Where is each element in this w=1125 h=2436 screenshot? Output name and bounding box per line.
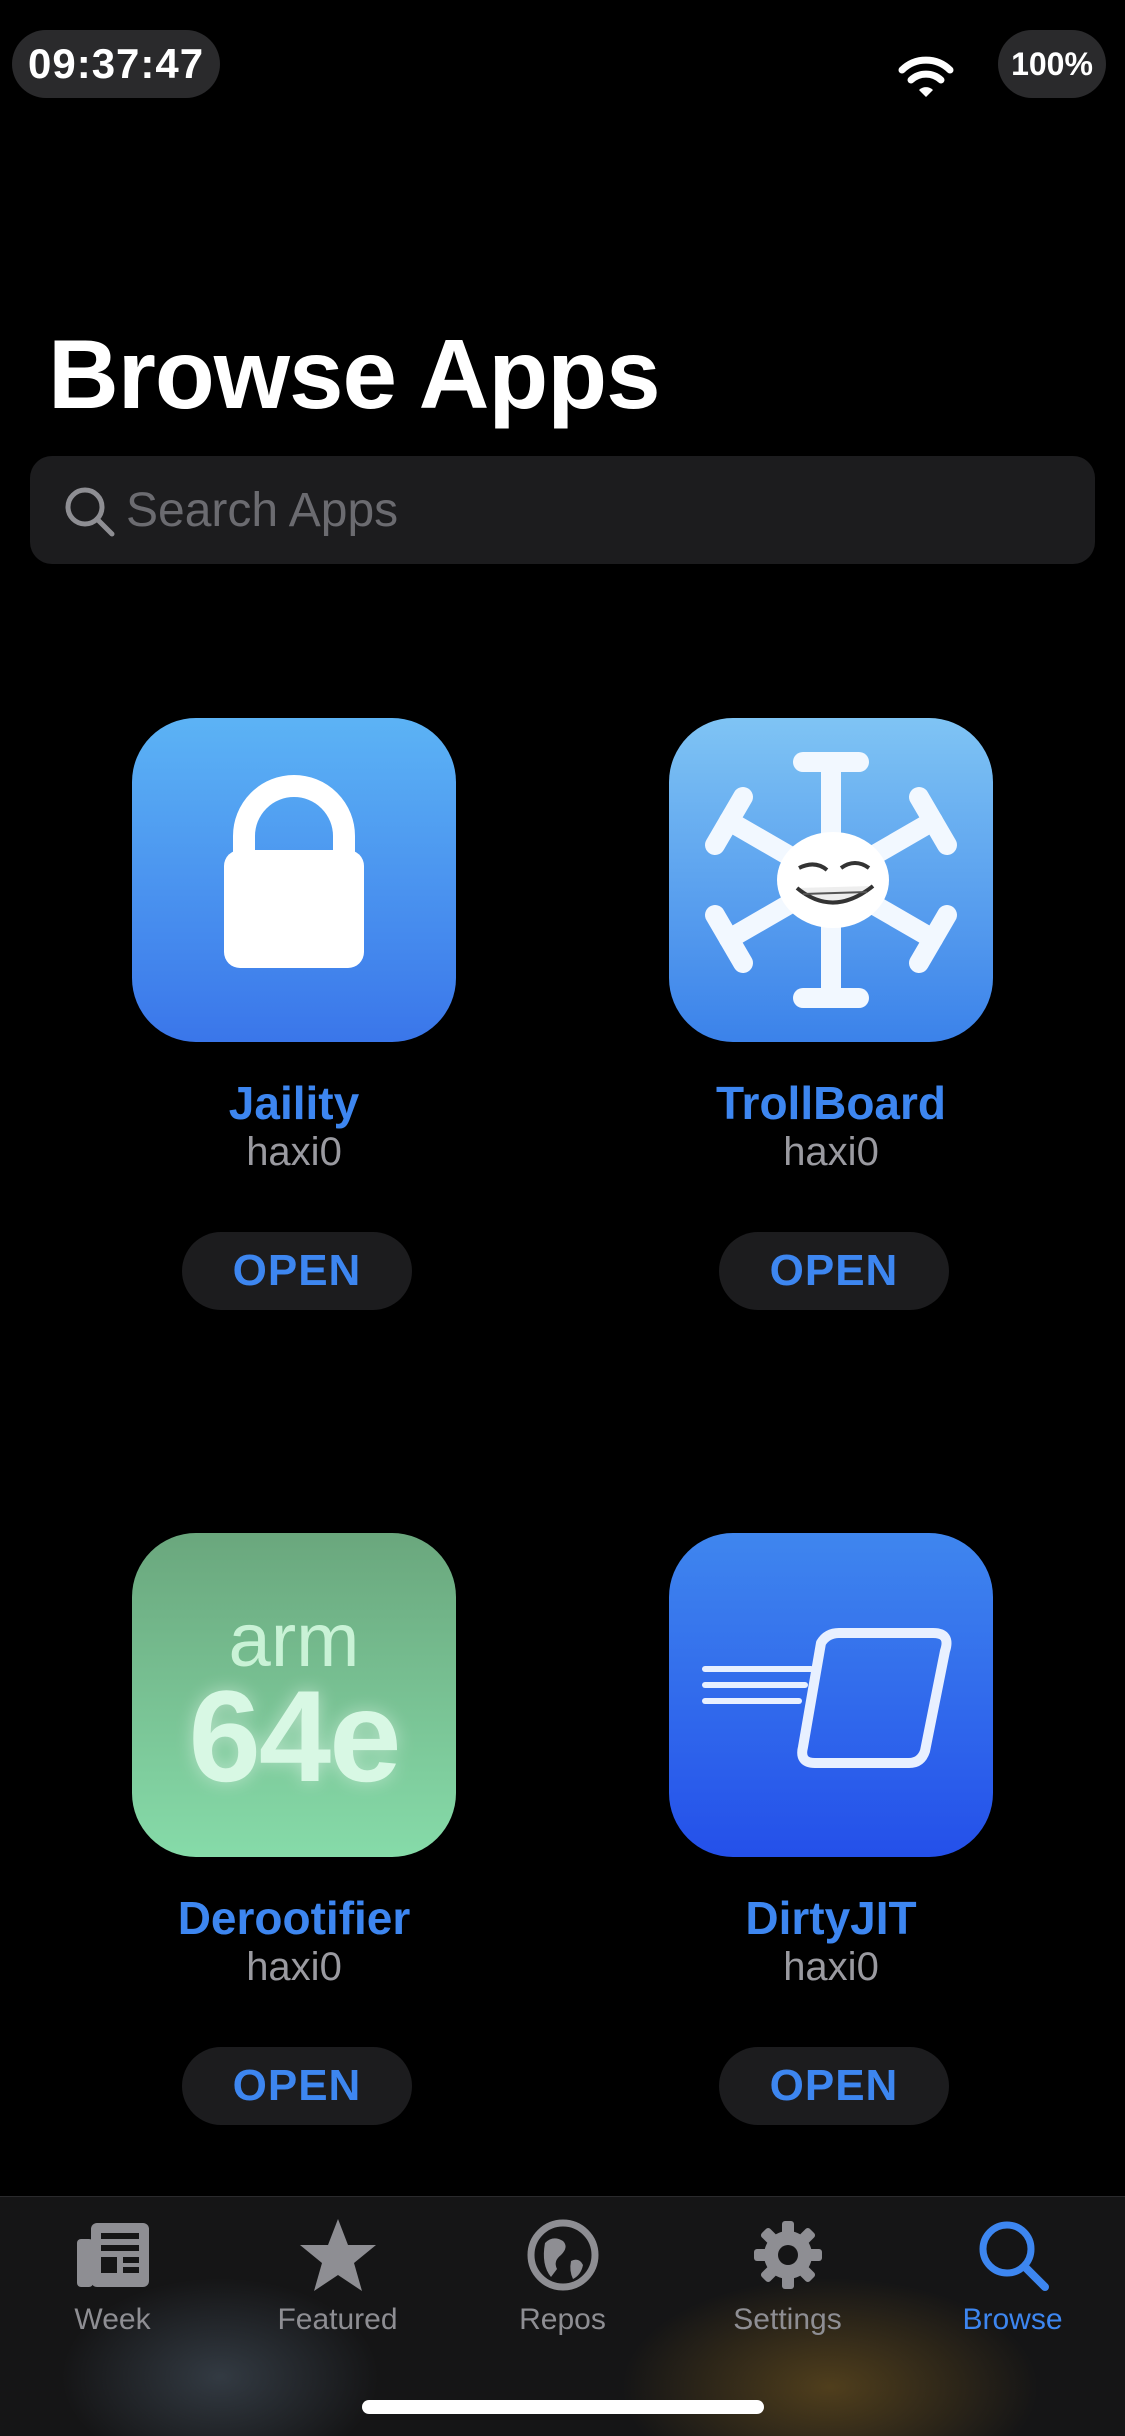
search-input[interactable]	[126, 456, 1066, 564]
app-developer: haxi0	[246, 1945, 342, 1989]
open-button[interactable]: OPEN	[719, 2047, 949, 2125]
tab-repos[interactable]: Repos	[450, 2217, 675, 2367]
app-developer: haxi0	[783, 1945, 879, 1989]
tab-label: Week	[74, 2303, 151, 2336]
open-button[interactable]: OPEN	[719, 1232, 949, 1310]
app-name: TrollBoard	[715, 1077, 947, 1129]
app-card-jaility: Jaility haxi0 OPEN	[70, 718, 510, 1378]
star-icon	[299, 2219, 376, 2291]
app-card-trollboard: TrollBoard haxi0 OPEN	[607, 718, 1047, 1378]
app-name: Derootifier	[177, 1892, 411, 1944]
tab-label: Settings	[733, 2303, 842, 2336]
app-developer: haxi0	[783, 1130, 879, 1174]
home-indicator[interactable]	[362, 2400, 764, 2414]
gear-icon	[753, 2221, 822, 2289]
status-time: 09:37:47	[12, 30, 221, 98]
app-card-dirtyjit: DirtyJIT haxi0 OPEN	[607, 1533, 1047, 2193]
page-title: Browse Apps	[48, 319, 661, 429]
tab-week[interactable]: Week	[0, 2217, 225, 2367]
app-icon-dirtyjit[interactable]	[669, 1533, 993, 1857]
troll-snowflake-icon	[705, 752, 957, 1008]
speed-tile-icon	[702, 1628, 952, 1768]
app-developer: haxi0	[246, 1130, 342, 1174]
tab-settings[interactable]: Settings	[675, 2217, 900, 2367]
search-bar[interactable]	[30, 456, 1095, 564]
app-icon-derootifier[interactable]: arm 64e	[132, 1533, 456, 1857]
open-button[interactable]: OPEN	[182, 1232, 412, 1310]
search-icon	[979, 2221, 1049, 2291]
open-button[interactable]: OPEN	[182, 2047, 412, 2125]
app-card-derootifier: arm 64e Derootifier haxi0 OPEN	[70, 1533, 510, 2193]
battery-indicator: 100%	[998, 30, 1106, 98]
tab-label: Repos	[519, 2303, 606, 2336]
app-name: Jaility	[228, 1077, 360, 1129]
app-icon-trollboard[interactable]	[669, 718, 993, 1042]
app-icon-jaility[interactable]	[132, 718, 456, 1042]
app-name: DirtyJIT	[745, 1892, 917, 1944]
globe-icon	[527, 2219, 598, 2291]
tab-label: Featured	[277, 2303, 398, 2336]
tab-label: Browse	[962, 2303, 1063, 2336]
arm64e-icon-label: 64e	[188, 1663, 402, 1809]
wifi-icon	[898, 56, 954, 97]
tab-featured[interactable]: Featured	[225, 2217, 450, 2367]
tab-browse[interactable]: Browse	[900, 2217, 1125, 2367]
search-icon	[65, 487, 115, 537]
newspaper-icon	[76, 2223, 149, 2287]
lock-icon	[224, 775, 364, 968]
